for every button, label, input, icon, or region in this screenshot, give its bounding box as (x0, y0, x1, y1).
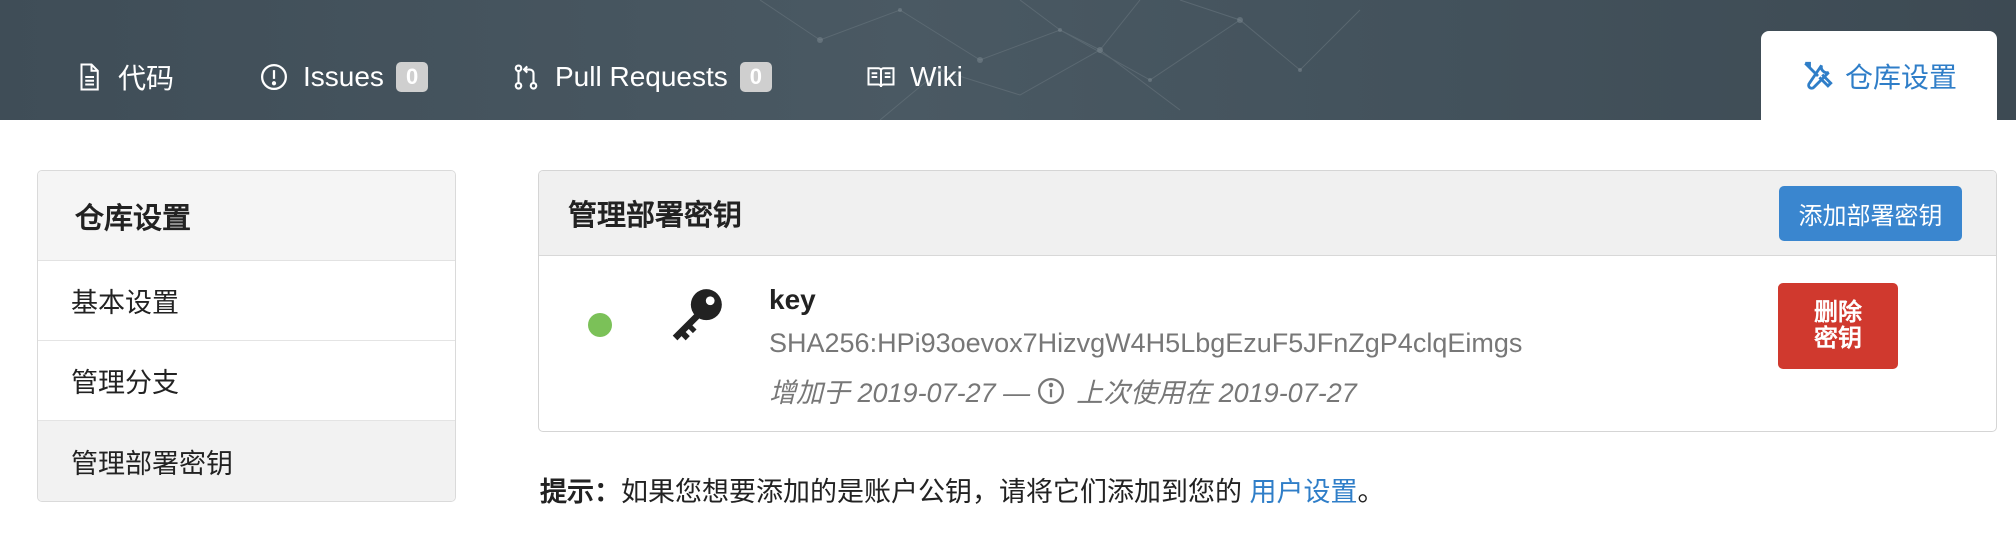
add-deploy-key-button[interactable]: 添加部署密钥 (1779, 185, 1962, 241)
key-status-indicator (588, 313, 612, 337)
hint-label: 提示： (540, 477, 621, 507)
panel-title: 管理部署密钥 (568, 200, 743, 232)
book-open-icon (867, 67, 895, 88)
sidebar-title: 仓库设置 (38, 171, 455, 261)
deploy-key-item: key SHA256:HPi93oevox7HizvgW4H5LbgEzuF5J… (539, 256, 1996, 431)
tab-issues[interactable]: Issues 0 (259, 52, 429, 102)
tab-code-label: 代码 (118, 63, 175, 94)
repo-header: 代码 Issues 0 Pull Requests 0 Wiki 仓库设置 (0, 0, 2016, 120)
pulls-count-badge: 0 (739, 62, 773, 92)
issues-count-badge: 0 (395, 62, 429, 92)
panel-header: 管理部署密钥 添加部署密钥 (539, 171, 1996, 256)
alert-circle-icon (261, 64, 287, 90)
tab-wiki[interactable]: Wiki (866, 52, 963, 102)
hint-text: 提示：如果您想要添加的是账户公钥，请将它们添加到您的 用户设置。 (540, 470, 1385, 509)
key-meta: 增加于 2019-07-27 — 上次使用在 2019-07-27 (769, 371, 1357, 410)
delete-key-label-line1: 删除 (1814, 299, 1862, 326)
git-pull-request-icon (514, 64, 538, 90)
deploy-keys-panel: 管理部署密钥 添加部署密钥 key SHA256:HPi93oevox7Hizv… (538, 170, 1997, 432)
delete-key-button[interactable]: 删除 密钥 (1778, 283, 1898, 369)
key-added-date: 增加于 2019-07-27 — (769, 378, 1031, 408)
tab-wiki-label: Wiki (910, 61, 963, 92)
tab-issues-label: Issues (303, 61, 384, 92)
delete-key-label-line2: 密钥 (1814, 325, 1862, 352)
tab-settings[interactable]: 仓库设置 (1761, 31, 1997, 120)
key-last-used: 上次使用在 2019-07-27 (1076, 378, 1357, 408)
sidebar-item-basic-settings[interactable]: 基本设置 (38, 261, 455, 341)
hint-suffix: 。 (1357, 477, 1385, 507)
sidebar-item-deploy-keys[interactable]: 管理部署密钥 (38, 421, 455, 501)
tab-settings-label: 仓库设置 (1844, 61, 1957, 93)
delete-key-label: 删除 密钥 (1814, 300, 1862, 352)
key-icon (672, 289, 722, 341)
tab-pull-requests-label: Pull Requests (555, 61, 728, 92)
key-fingerprint: SHA256:HPi93oevox7HizvgW4H5LbgEzuF5JFnZg… (769, 328, 1523, 358)
user-settings-link[interactable]: 用户设置 (1250, 477, 1358, 507)
sidebar-item-branches[interactable]: 管理分支 (38, 341, 455, 421)
settings-sidebar: 仓库设置 基本设置 管理分支 管理部署密钥 (37, 170, 456, 502)
info-icon (1038, 377, 1065, 404)
key-name: key (769, 284, 816, 315)
tab-code[interactable]: 代码 (74, 52, 174, 102)
file-text-icon (80, 63, 99, 91)
tools-icon (1804, 61, 1833, 90)
hint-body: 如果您想要添加的是账户公钥，请将它们添加到您的 (621, 477, 1250, 507)
tab-pull-requests[interactable]: Pull Requests 0 (511, 52, 773, 102)
